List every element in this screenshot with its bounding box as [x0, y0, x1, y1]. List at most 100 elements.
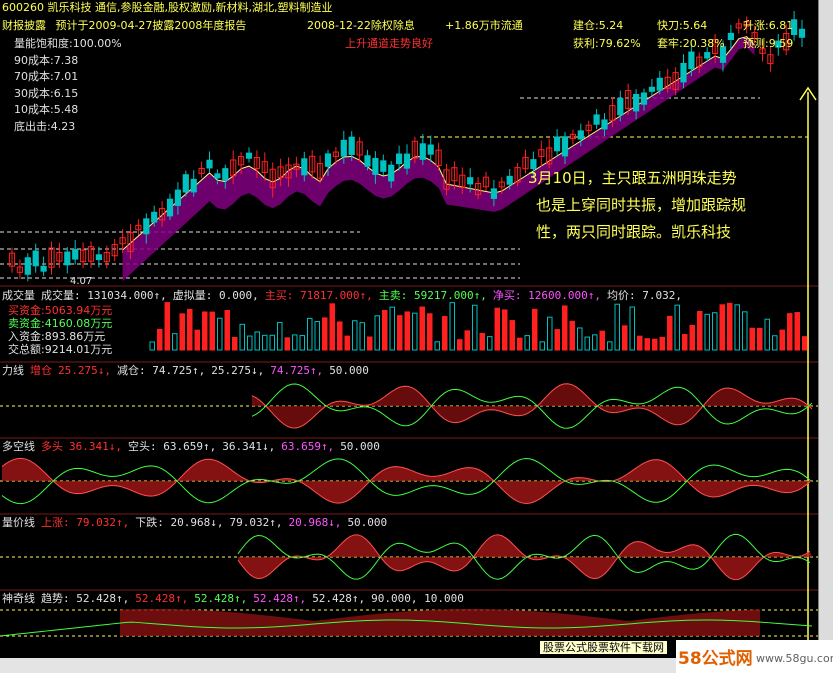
candle-body — [601, 119, 608, 130]
candle-body — [166, 198, 174, 217]
candle-body — [64, 251, 71, 266]
indicator-value: 主买: 71817.000↑, — [264, 289, 373, 302]
indicator-value: 36.341↓, — [222, 440, 276, 453]
volume-bar — [494, 307, 500, 351]
candle-body — [222, 168, 229, 181]
volume-bar — [659, 336, 665, 351]
indicator-2-header: 多空线 多头 36.341↓, 空头: 63.659↑, 36.341↓, 63.659↑… — [2, 440, 386, 453]
forecast-value: 预测:9.59 — [743, 37, 794, 50]
volume-bar — [239, 323, 245, 351]
volume-bar — [412, 312, 418, 351]
volume-bar — [629, 306, 635, 351]
candle-body — [798, 28, 806, 38]
header-row-2: 财报披露 预计于2009-04-27披露2008年度报告 — [2, 19, 246, 32]
header-row-1: 600260 凯乐科技 通信,参股金融,股权激励,新材料,湖北,塑料制造业 — [2, 1, 332, 14]
volume-bar — [284, 337, 290, 351]
stock-code: 600260 — [2, 1, 44, 14]
candle-body — [301, 158, 308, 176]
volume-bar — [637, 335, 643, 351]
stock-chart-window[interactable]: 600260 凯乐科技 通信,参股金融,股权激励,新材料,湖北,塑料制造业 财报… — [0, 0, 819, 659]
indicator-value: 63.659↑, — [281, 440, 335, 453]
candle-body — [490, 188, 497, 199]
candle-body — [506, 175, 513, 185]
candle-body — [727, 32, 734, 41]
volume-bar — [622, 325, 628, 351]
volume-bar — [164, 302, 170, 351]
kuaidao-value: 快刀:5.64 — [657, 19, 708, 32]
volume-bar — [209, 311, 215, 351]
candle-body — [174, 189, 182, 206]
candle-body — [364, 155, 371, 167]
volume-bar — [367, 336, 373, 351]
indicator-value: 79.032↑, — [229, 516, 283, 529]
candle-body — [182, 174, 189, 193]
volume-bar — [599, 330, 605, 351]
candle-body — [593, 114, 600, 125]
candle-body — [190, 178, 197, 193]
candle-body — [648, 86, 655, 92]
volume-header: 成交量 成交量: 131034.000↑, 虚拟量: 0.000, 主买: 71817… — [2, 289, 688, 302]
indicator-value: 下跌: 20.968↓, — [135, 516, 224, 529]
volume-bar — [479, 333, 485, 351]
volume-bar — [652, 338, 658, 351]
volume-bar — [419, 306, 425, 351]
volume-bar — [794, 312, 800, 351]
candle-body — [151, 211, 158, 223]
volume-bar — [217, 317, 223, 351]
indicator-area — [252, 383, 812, 428]
volume-bar — [352, 320, 358, 351]
volume-bar — [524, 335, 530, 351]
volume-bar — [614, 303, 620, 351]
note-line: 也是上穿同时共振，增加跟踪规 — [536, 196, 747, 214]
indicator-name: 多空线 — [2, 440, 35, 453]
volume-bar — [584, 336, 590, 351]
price-chart-canvas[interactable] — [0, 0, 818, 658]
volume-bar — [262, 334, 268, 351]
cost-item: 量能饱和度:100.00% — [14, 37, 122, 50]
volume-bar — [299, 335, 305, 351]
volume-bar — [254, 331, 260, 351]
indicator-value: 成交量: 131034.000↑, — [41, 289, 167, 302]
indicator-1-header: 力线 增仓 25.275↓, 减仓: 74.725↑, 25.275↓, 74.725↑,… — [2, 364, 375, 377]
volume-bar — [644, 338, 650, 351]
volume-bar — [607, 341, 613, 351]
volume-bar — [224, 310, 230, 351]
trapped-ratio: 套牢:20.38% — [657, 37, 725, 50]
candle-body — [640, 92, 648, 105]
volume-bar — [269, 334, 275, 351]
indicator-value: 50.000 — [329, 364, 369, 377]
candle-body — [388, 164, 395, 182]
volume-bar — [374, 315, 380, 351]
volume-bar — [329, 303, 335, 351]
candle-body — [554, 136, 561, 152]
volume-bar — [577, 327, 583, 351]
download-site-link[interactable]: 股票公式股票软件下载网 — [540, 641, 667, 654]
candle-body — [72, 249, 79, 260]
cost-item: 70成本:7.01 — [14, 70, 79, 83]
volume-bar — [202, 311, 208, 351]
indicator-value: 25.275↓, — [211, 364, 265, 377]
indicator-value: 52.428↑, — [253, 592, 307, 605]
candle-body — [403, 153, 411, 169]
indicator-value: 90.000, 10.000 — [371, 592, 464, 605]
volume-bar — [719, 304, 725, 351]
candle-body — [143, 218, 150, 235]
volume-bar — [682, 334, 688, 351]
site-logo[interactable]: 58公式网 www.58gu.com — [676, 640, 833, 673]
volume-bar — [509, 320, 515, 351]
candle-body — [704, 52, 711, 59]
volume-bar — [734, 304, 740, 351]
candle-body — [324, 153, 332, 167]
report-label: 财报披露 — [2, 19, 46, 32]
logo-url: www.58gu.com — [756, 652, 833, 665]
fund-flow-item: 入资金:893.86万元 — [8, 330, 106, 343]
volume-bar — [502, 309, 508, 351]
volume-bar — [472, 304, 478, 351]
volume-bar — [157, 328, 163, 351]
cost-item: 底出击:4.23 — [14, 119, 76, 133]
volume-bar — [292, 334, 298, 351]
volume-bar — [397, 315, 403, 351]
candle-body — [680, 62, 687, 83]
candle-body — [380, 160, 387, 172]
chart-status-title: 上升通道走势良好 — [345, 37, 433, 50]
